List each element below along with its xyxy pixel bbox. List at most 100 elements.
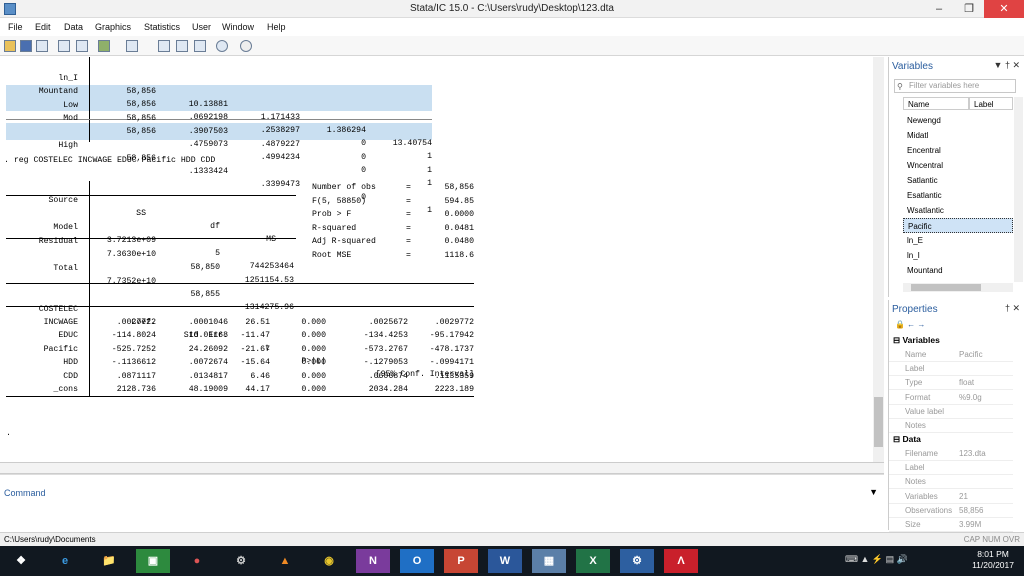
anova-row: Residual 7.3630e+10 58,850 1251154.53 — [38, 237, 294, 285]
variable-item[interactable]: Satlantic — [903, 173, 1013, 188]
variables-filter-input[interactable]: ⚲ Filter variables here — [894, 79, 1016, 93]
internet-explorer-icon[interactable]: e — [48, 549, 82, 573]
data-editor-icon[interactable] — [158, 40, 170, 52]
column-label-header[interactable]: Label — [969, 97, 1013, 110]
system-tray[interactable]: ⌨ ▲ ⚡ ▤ 🔊 — [845, 554, 908, 565]
maximize-button[interactable]: ❐ — [954, 0, 984, 18]
fit-stat-value: 1118.6 — [444, 251, 474, 260]
column-name-header[interactable]: Name — [903, 97, 969, 110]
fit-stat: Prob > F — [312, 210, 352, 219]
properties-section-variables[interactable]: ⊟ Variables — [893, 335, 940, 346]
coef-header: COSTELEC Coef. Std. Err. t P>|t| [95% Co… — [38, 305, 474, 379]
splitter[interactable] — [0, 462, 884, 474]
menu-edit[interactable]: Edit — [35, 22, 51, 32]
scrollbar-thumb[interactable] — [874, 397, 883, 447]
print-icon[interactable] — [36, 40, 48, 52]
powerpoint-icon[interactable]: P — [444, 549, 478, 573]
variables-panel: Variables ▼ † ✕ ⚲ Filter variables here … — [888, 57, 1024, 297]
break-icon[interactable] — [240, 40, 252, 52]
menu-window[interactable]: Window — [222, 22, 254, 32]
pin-icon[interactable]: ▼ — [869, 487, 878, 497]
menu-user[interactable]: User — [192, 22, 211, 32]
vlc-icon[interactable]: ▲ — [268, 549, 302, 573]
variable-item[interactable]: Esatlantic — [903, 188, 1013, 203]
minimize-button[interactable]: – — [924, 0, 954, 18]
open-icon[interactable] — [4, 40, 16, 52]
summary-row: High 58,856 .1333424 .3399473 0 1 — [58, 141, 432, 215]
app-icon[interactable]: ⚙ — [224, 549, 258, 573]
property-row[interactable]: Name Pacific — [889, 348, 1013, 362]
excel-icon[interactable]: X — [576, 549, 610, 573]
variable-item[interactable]: Encentral — [903, 143, 1013, 158]
separator — [6, 195, 296, 196]
windows-start-icon[interactable]: ❖ — [4, 549, 38, 573]
store-icon[interactable]: ▣ — [136, 549, 170, 573]
summary-row: Mountand 58,856 .0692198 .2538297 0 1 — [38, 87, 432, 161]
variables-manager-icon[interactable] — [194, 40, 206, 52]
variable-item[interactable]: Pacific — [903, 218, 1013, 233]
taskbar: ❖ e 📁 ▣ ● ⚙ ▲ ◉ N O P W ▦ X ⚙ Λ ⌨ ▲ ⚡ ▤ … — [0, 546, 1024, 576]
file-explorer-icon[interactable]: 📁 — [92, 549, 126, 573]
variables-hscrollbar[interactable] — [903, 283, 1013, 292]
variable-item[interactable]: ln_E — [903, 233, 1013, 248]
command-echo: . reg COSTELEC INCWAGE EDUC Pacific HDD … — [4, 156, 216, 165]
command-window[interactable]: Command ▼ — [0, 474, 884, 534]
graph-icon[interactable] — [98, 40, 110, 52]
save-icon[interactable] — [20, 40, 32, 52]
variable-item[interactable]: Midatl — [903, 128, 1013, 143]
command-label: Command — [4, 488, 46, 498]
outlook-icon[interactable]: O — [400, 549, 434, 573]
scrollbar-thumb[interactable] — [911, 284, 981, 291]
anova-row: Model 3.7213e+09 5 744253464 — [53, 223, 294, 271]
variable-item[interactable]: Newengd — [903, 113, 1013, 128]
log-icon[interactable] — [58, 40, 70, 52]
property-row[interactable]: Notes — [889, 419, 1013, 433]
chrome-icon[interactable]: ◉ — [312, 549, 346, 573]
status-flags: CAP NUM OVR — [963, 535, 1020, 544]
property-row[interactable]: Filename 123.dta — [889, 447, 1013, 461]
clock[interactable]: 8:01 PM 11/20/2017 — [972, 549, 1014, 571]
variable-item[interactable]: Mountand — [903, 263, 1013, 278]
menu-help[interactable]: Help — [267, 22, 286, 32]
panel-pin-icon[interactable]: ▼ † ✕ — [994, 60, 1020, 71]
variable-item[interactable]: Wncentral — [903, 158, 1013, 173]
onenote-icon[interactable]: N — [356, 549, 390, 573]
property-row[interactable]: Format %9.0g — [889, 391, 1013, 405]
variables-title: Variables — [892, 61, 933, 72]
property-row[interactable]: Variables 21 — [889, 490, 1013, 504]
property-row[interactable]: Label — [889, 461, 1013, 476]
menu-graphics[interactable]: Graphics — [95, 22, 131, 32]
properties-section-data[interactable]: ⊟ Data — [893, 434, 921, 445]
lock-nav-icon[interactable]: 🔒 ← → — [895, 320, 925, 329]
close-button[interactable]: ✕ — [984, 0, 1024, 18]
menu-statistics[interactable]: Statistics — [144, 22, 180, 32]
anova-row: Total 7.7352e+10 58,855 1314275.96 — [53, 264, 294, 312]
results-window: ln_I 58,856 10.13881 1.171433 1.386294 1… — [0, 57, 884, 462]
property-row[interactable]: Size 3.99M — [889, 518, 1013, 532]
property-row[interactable]: Label — [889, 362, 1013, 377]
do-file-editor-icon[interactable] — [126, 40, 138, 52]
property-row[interactable]: Type float — [889, 376, 1013, 391]
variable-item[interactable]: ln_I — [903, 248, 1013, 263]
menu-file[interactable]: File — [8, 22, 23, 32]
fit-stat-eq: = — [406, 197, 411, 206]
viewer-icon[interactable] — [76, 40, 88, 52]
paint-icon[interactable]: ● — [180, 549, 214, 573]
property-row[interactable]: Notes — [889, 475, 1013, 490]
settings-icon[interactable]: ⚙ — [620, 549, 654, 573]
acrobat-icon[interactable]: Λ — [664, 549, 698, 573]
results-scrollbar[interactable] — [873, 57, 884, 462]
stata-taskbar-icon[interactable]: ▦ — [532, 549, 566, 573]
word-icon[interactable]: W — [488, 549, 522, 573]
variable-item[interactable]: Wsatlantic — [903, 203, 1013, 218]
panel-pin-icon[interactable]: † ✕ — [1005, 303, 1020, 314]
more-icon[interactable] — [216, 40, 228, 52]
property-row[interactable]: Value label — [889, 405, 1013, 419]
menu-data[interactable]: Data — [64, 22, 83, 32]
property-row[interactable]: Observations 58,856 — [889, 504, 1013, 518]
fit-stat: R-squared — [312, 224, 357, 233]
variables-scrollbar[interactable] — [1014, 97, 1023, 282]
fit-stat: Number of obs — [312, 183, 376, 192]
data-browser-icon[interactable] — [176, 40, 188, 52]
separator — [6, 396, 474, 397]
